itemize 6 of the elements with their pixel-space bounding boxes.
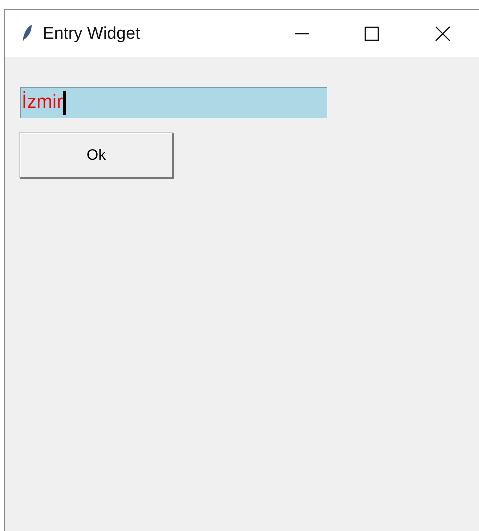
- ok-button[interactable]: Ok: [20, 133, 174, 179]
- window-title: Entry Widget: [43, 24, 140, 44]
- close-icon: [434, 24, 452, 42]
- feather-icon: [21, 24, 33, 44]
- minimize-icon: [295, 32, 309, 34]
- maximize-icon: [363, 24, 381, 42]
